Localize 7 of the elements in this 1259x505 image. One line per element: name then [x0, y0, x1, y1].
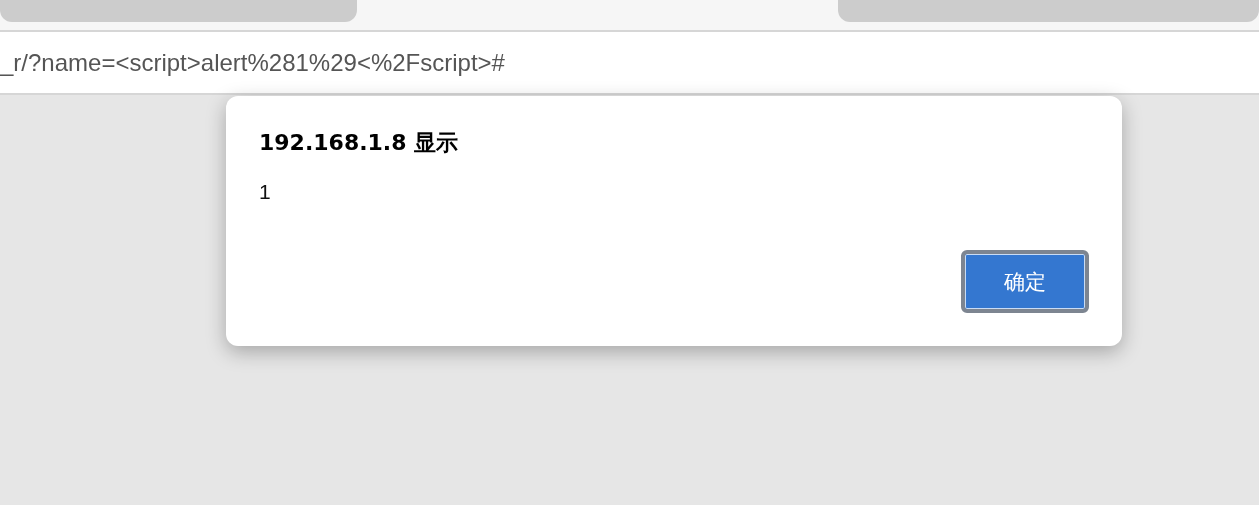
address-bar[interactable]: _r/?name=<script>alert%281%29<%2Fscript>#	[0, 30, 1259, 95]
browser-tab[interactable]	[0, 0, 357, 22]
browser-tab[interactable]	[838, 0, 1259, 22]
dialog-message: 1	[259, 180, 272, 204]
dialog-title: 192.168.1.8 显示	[259, 129, 460, 157]
ok-button[interactable]: 确定	[961, 250, 1089, 313]
url-text: _r/?name=<script>alert%281%29<%2Fscript>#	[0, 48, 505, 77]
